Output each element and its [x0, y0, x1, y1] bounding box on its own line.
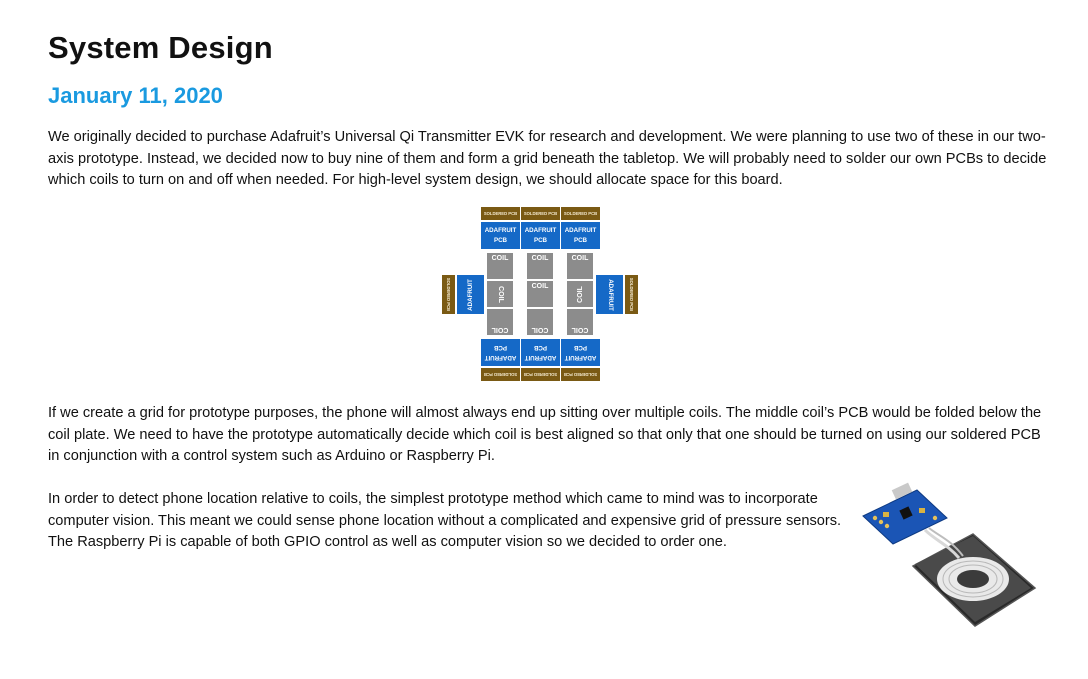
pin-hole [878, 519, 884, 525]
adafruit-pcb-block: ADAFRUIT PCB [561, 339, 600, 366]
pin-hole [884, 523, 890, 529]
paragraph-intro: We originally decided to purchase Adafru… [48, 129, 1047, 188]
adafruit-label: ADAFRUIT [484, 226, 517, 234]
soldered-pcb-block: SOLDERED PCB [561, 368, 600, 381]
coil-label: COIL [496, 285, 504, 303]
coil-block: COIL [566, 280, 594, 308]
adafruit-pcb-block: ADAFRUIT [457, 275, 484, 314]
pcb-label: PCB [573, 344, 588, 352]
soldered-pcb-block: SOLDERED PCB [481, 368, 520, 381]
soldered-label: SOLDERED PCB [446, 277, 451, 312]
coil-block: COIL [486, 252, 514, 280]
adafruit-pcb-block: ADAFRUIT PCB [481, 339, 520, 366]
component [919, 508, 925, 513]
soldered-pcb-block: SOLDERED PCB [521, 207, 560, 220]
soldered-pcb-block: SOLDERED PCB [521, 368, 560, 381]
coil-block: COIL [526, 280, 554, 308]
adafruit-pcb-block: ADAFRUIT PCB [561, 222, 600, 249]
coil-center [957, 570, 989, 588]
soldered-pcb-block: SOLDERED PCB [481, 207, 520, 220]
soldered-label: SOLDERED PCB [629, 277, 634, 312]
adafruit-pcb-block: ADAFRUIT PCB [521, 222, 560, 249]
paragraph-vision: In order to detect phone location relati… [48, 491, 842, 550]
component [883, 512, 889, 517]
paragraph-grid: If we create a grid for prototype purpos… [48, 405, 1042, 464]
soldered-pcb-block: SOLDERED PCB [625, 275, 638, 314]
coil-block: COIL [486, 308, 514, 336]
pcb-label: PCB [533, 236, 548, 244]
pin-hole [872, 515, 878, 521]
adafruit-pcb-block: ADAFRUIT PCB [481, 222, 520, 249]
adafruit-label: ADAFRUIT [524, 226, 557, 234]
pin-hole [932, 515, 938, 521]
adafruit-label: ADAFRUIT [564, 354, 597, 362]
pcb-label: PCB [493, 236, 508, 244]
pcb-label: PCB [533, 344, 548, 352]
qi-transmitter-image [862, 482, 1037, 627]
adafruit-label: ADAFRUIT [484, 354, 517, 362]
coil-label: COIL [576, 285, 584, 303]
pcb-label: PCB [493, 344, 508, 352]
post-date: January 11, 2020 [48, 83, 223, 108]
adafruit-label: ADAFRUIT [466, 278, 474, 311]
coil-block: COIL [526, 308, 554, 336]
coil-block: COIL [566, 308, 594, 336]
adafruit-pcb-block: ADAFRUIT [596, 275, 623, 314]
adafruit-label: ADAFRUIT [564, 226, 597, 234]
adafruit-label: ADAFRUIT [524, 354, 557, 362]
adafruit-label: ADAFRUIT [606, 278, 614, 311]
pcb-label: PCB [573, 236, 588, 244]
coil-grid-diagram: SOLDERED PCB SOLDERED PCB SOLDERED PCB A… [440, 205, 640, 383]
soldered-pcb-block: SOLDERED PCB [442, 275, 455, 314]
adafruit-pcb-block: ADAFRUIT PCB [521, 339, 560, 366]
coil-block: COIL [526, 252, 554, 280]
page-title: System Design [48, 30, 273, 65]
coil-block: COIL [486, 280, 514, 308]
soldered-pcb-block: SOLDERED PCB [561, 207, 600, 220]
coil-block: COIL [566, 252, 594, 280]
